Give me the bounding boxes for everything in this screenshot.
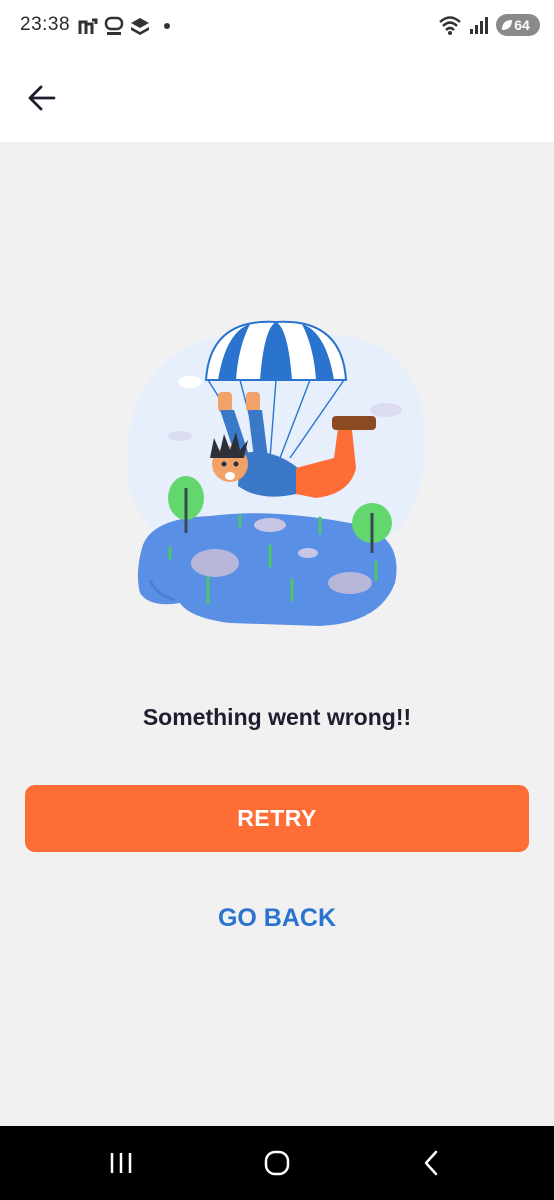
stack-app-icon xyxy=(131,18,149,35)
arrow-left-icon xyxy=(28,85,56,111)
more-notifications-dot xyxy=(164,23,170,29)
status-system-icons: 64 xyxy=(438,14,540,36)
battery-indicator: 64 xyxy=(496,14,540,36)
status-bar: 23:38 64 xyxy=(0,0,554,54)
notification-app-icon xyxy=(78,18,98,34)
status-time: 23:38 xyxy=(20,14,71,35)
nav-back-button[interactable] xyxy=(411,1146,451,1180)
signal-icon xyxy=(470,17,488,34)
home-icon xyxy=(264,1150,290,1176)
nav-back-icon xyxy=(424,1150,438,1176)
retry-button[interactable]: RETRY xyxy=(25,785,529,852)
app-bar xyxy=(0,54,554,142)
parachute-person-illustration xyxy=(127,320,425,626)
recents-button[interactable] xyxy=(101,1146,141,1180)
home-button[interactable] xyxy=(257,1146,297,1180)
battery-level: 64 xyxy=(514,17,530,33)
message-icon xyxy=(104,16,124,35)
recents-icon xyxy=(110,1153,132,1173)
status-notification-icons xyxy=(78,16,170,36)
back-button[interactable] xyxy=(20,76,64,120)
error-message: Something went wrong!! xyxy=(142,704,412,730)
leaf-icon xyxy=(502,20,512,30)
go-back-button[interactable]: GO BACK xyxy=(177,893,377,943)
wifi-icon xyxy=(439,16,461,35)
system-navigation-bar xyxy=(0,1126,554,1200)
